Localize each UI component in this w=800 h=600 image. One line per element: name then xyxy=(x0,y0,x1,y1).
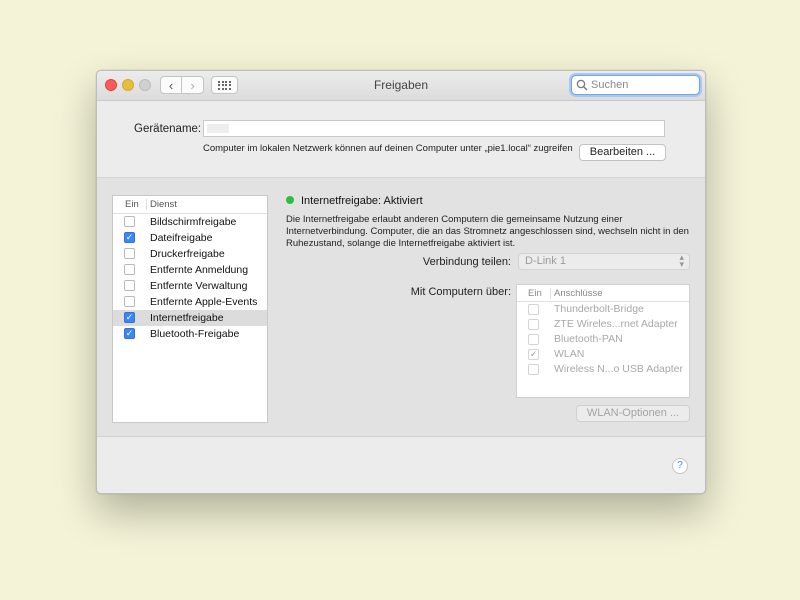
service-row[interactable]: ✓ Internetfreigabe xyxy=(113,310,267,326)
share-connection-label: Verbindung teilen: xyxy=(422,256,511,268)
service-checkbox[interactable]: ✓ xyxy=(124,328,135,339)
title-bar: ‹ › Freigaben Suchen xyxy=(97,71,705,101)
sharing-section: Ein Dienst Bildschirmfreigabe ✓ Dateifreig… xyxy=(97,178,705,437)
service-row[interactable]: Entfernte Anmeldung xyxy=(113,262,267,278)
port-label: Bluetooth-PAN xyxy=(554,333,623,345)
to-computers-label: Mit Computern über: xyxy=(410,286,511,298)
preferences-window: ‹ › Freigaben Suchen Gerätename: Compute… xyxy=(96,70,706,494)
search-placeholder: Suchen xyxy=(591,79,629,91)
footer: ? xyxy=(97,437,705,493)
device-name-field[interactable] xyxy=(203,120,665,137)
service-label: Entfernte Anmeldung xyxy=(150,264,249,276)
ports-table: Ein Anschlüsse Thunderbolt-Bridge ZTE Wir… xyxy=(516,284,690,398)
port-label: ZTE Wireles...rnet Adapter xyxy=(554,318,678,330)
service-label: Bildschirmfreigabe xyxy=(150,216,237,228)
device-name-section: Gerätename: Computer im lokalen Netzwerk… xyxy=(97,101,705,178)
port-checkbox: ✓ xyxy=(528,349,539,360)
column-header-on: Ein xyxy=(125,199,139,210)
device-name-label: Gerätename: xyxy=(134,123,202,135)
service-row[interactable]: Entfernte Apple-Events xyxy=(113,294,267,310)
port-label: Thunderbolt-Bridge xyxy=(554,303,644,315)
service-label: Entfernte Apple-Events xyxy=(150,296,258,308)
column-header-service: Dienst xyxy=(150,199,177,210)
port-row: Bluetooth-PAN xyxy=(517,332,689,347)
share-connection-popup[interactable]: D-Link 1 ▴ ▾ xyxy=(518,253,690,270)
port-label: Wireless N...o USB Adapter xyxy=(554,363,683,375)
port-checkbox xyxy=(528,364,539,375)
port-checkbox xyxy=(528,304,539,315)
port-checkbox xyxy=(528,319,539,330)
service-label: Internetfreigabe xyxy=(150,312,224,324)
column-header-ports: Anschlüsse xyxy=(554,288,603,299)
column-header-port-on: Ein xyxy=(528,288,542,299)
ports-table-header: Ein Anschlüsse xyxy=(517,285,689,302)
port-label: WLAN xyxy=(554,348,585,360)
edit-button[interactable]: Bearbeiten ... xyxy=(579,144,666,161)
status-dot-icon xyxy=(286,196,294,204)
device-name-hint: Computer im lokalen Netzwerk können auf … xyxy=(203,143,573,154)
status-text: Internetfreigabe: Aktiviert xyxy=(301,195,423,207)
service-checkbox[interactable] xyxy=(124,264,135,275)
port-checkbox xyxy=(528,334,539,345)
updown-arrows-icon: ▴ ▾ xyxy=(679,252,684,269)
wlan-options-button[interactable]: WLAN-Optionen ... xyxy=(576,405,690,422)
share-connection-value: D-Link 1 xyxy=(525,255,566,267)
service-label: Dateifreigabe xyxy=(150,232,213,244)
help-button[interactable]: ? xyxy=(672,458,688,474)
device-name-value xyxy=(207,124,229,133)
service-checkbox[interactable]: ✓ xyxy=(124,312,135,323)
service-checkbox[interactable]: ✓ xyxy=(124,232,135,243)
port-row: ZTE Wireles...rnet Adapter xyxy=(517,317,689,332)
description-text: Die Internetfreigabe erlaubt anderen Com… xyxy=(286,214,689,249)
service-list-header: Ein Dienst xyxy=(113,196,267,214)
service-checkbox[interactable] xyxy=(124,248,135,259)
service-row[interactable]: ✓ Dateifreigabe xyxy=(113,230,267,246)
service-label: Bluetooth-Freigabe xyxy=(150,328,240,340)
service-label: Druckerfreigabe xyxy=(150,248,225,260)
service-list: Ein Dienst Bildschirmfreigabe ✓ Dateifreig… xyxy=(112,195,268,423)
service-row[interactable]: Bildschirmfreigabe xyxy=(113,214,267,230)
search-field[interactable]: Suchen xyxy=(571,75,700,95)
service-checkbox[interactable] xyxy=(124,216,135,227)
port-row: Wireless N...o USB Adapter xyxy=(517,362,689,377)
service-row[interactable]: Entfernte Verwaltung xyxy=(113,278,267,294)
service-label: Entfernte Verwaltung xyxy=(150,280,248,292)
search-icon xyxy=(576,79,588,91)
service-checkbox[interactable] xyxy=(124,280,135,291)
service-checkbox[interactable] xyxy=(124,296,135,307)
status-line: Internetfreigabe: Aktiviert xyxy=(286,195,423,207)
port-row: Thunderbolt-Bridge xyxy=(517,302,689,317)
service-row[interactable]: ✓ Bluetooth-Freigabe xyxy=(113,326,267,342)
port-row: ✓ WLAN xyxy=(517,347,689,362)
service-row[interactable]: Druckerfreigabe xyxy=(113,246,267,262)
